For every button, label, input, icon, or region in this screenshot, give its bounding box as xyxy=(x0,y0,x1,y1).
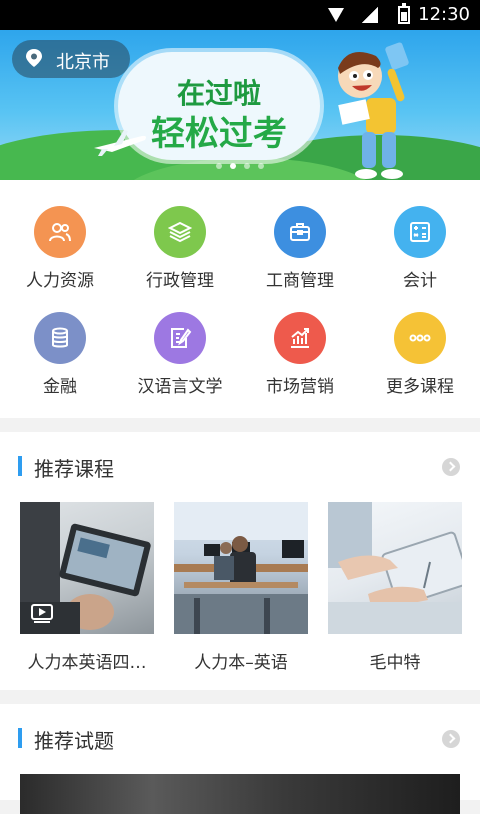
cartoon-boy-illustration xyxy=(338,42,409,179)
course-title: 毛中特 xyxy=(369,653,421,673)
course-title: 人力本英语四… xyxy=(27,653,147,673)
category-grid: 人力资源 行政管理 工商管理 会计 金融 汉语言文学 市场营销 更多课程 xyxy=(0,180,480,418)
layers-icon xyxy=(168,221,192,243)
carousel-dot-active xyxy=(230,163,236,169)
category-icon-bg xyxy=(34,312,86,364)
category-icon-bg xyxy=(394,312,446,364)
category-label: 更多课程 xyxy=(386,377,454,397)
tablet-photo xyxy=(20,502,151,634)
classroom-photo xyxy=(174,502,308,634)
section-header[interactable]: 推荐试题 xyxy=(0,704,480,770)
question-thumbnail[interactable] xyxy=(20,774,460,814)
calculator-icon xyxy=(410,222,430,242)
carousel-indicator xyxy=(216,163,264,171)
chevron-right-icon[interactable] xyxy=(442,458,460,476)
category-label: 汉语言文学 xyxy=(137,377,223,397)
section-title: 推荐课程 xyxy=(34,457,114,481)
signal-icon xyxy=(362,7,378,23)
carousel-dot xyxy=(258,163,264,169)
category-business-admin[interactable]: 工商管理 xyxy=(240,180,360,291)
category-accounting[interactable]: 会计 xyxy=(360,180,480,291)
carousel-dot xyxy=(216,163,222,169)
course-thumbnail xyxy=(20,502,154,634)
category-icon-bg xyxy=(394,206,446,258)
category-finance[interactable]: 金融 xyxy=(0,286,120,397)
location-label: 北京市 xyxy=(56,52,110,73)
category-administration[interactable]: 行政管理 xyxy=(120,180,240,291)
recommended-questions-section: 推荐试题 xyxy=(0,704,480,814)
section-accent-bar xyxy=(18,728,22,748)
category-human-resources[interactable]: 人力资源 xyxy=(0,180,120,291)
edit-icon xyxy=(171,328,192,348)
category-icon-bg xyxy=(154,206,206,258)
recommended-courses-section: 推荐课程 人力本英语四… 人力本–英语 毛中特 xyxy=(0,432,480,690)
tablet-hands-photo xyxy=(328,502,462,634)
category-label: 市场营销 xyxy=(266,377,334,397)
status-time: 12:30 xyxy=(418,4,470,25)
promo-banner[interactable]: 在过啦 轻松过考 北京市 xyxy=(0,30,480,180)
carousel-dot xyxy=(244,163,250,169)
section-accent-bar xyxy=(18,456,22,476)
briefcase-icon xyxy=(290,223,310,241)
category-icon-bg xyxy=(34,206,86,258)
wifi-icon xyxy=(328,8,344,22)
section-header[interactable]: 推荐课程 xyxy=(0,432,480,498)
battery-icon xyxy=(398,3,410,24)
location-pin-icon xyxy=(26,49,42,67)
category-chinese-literature[interactable]: 汉语言文学 xyxy=(120,286,240,397)
location-selector[interactable]: 北京市 xyxy=(12,40,130,78)
banner-cloud: 在过啦 轻松过考 xyxy=(118,52,320,160)
status-bar: 12:30 xyxy=(0,0,480,30)
course-thumbnail xyxy=(174,502,308,634)
category-marketing[interactable]: 市场营销 xyxy=(240,286,360,397)
chevron-right-icon[interactable] xyxy=(442,730,460,748)
category-icon-bg xyxy=(274,206,326,258)
section-title: 推荐试题 xyxy=(34,729,114,753)
banner-headline-line2: 轻松过考 xyxy=(151,114,287,154)
chart-icon xyxy=(291,328,309,348)
category-icon-bg xyxy=(274,312,326,364)
category-icon-bg xyxy=(154,312,206,364)
coins-icon xyxy=(52,327,68,348)
course-title: 人力本–英语 xyxy=(194,653,288,673)
airplane-icon xyxy=(94,130,146,156)
more-icon xyxy=(409,334,431,342)
course-thumbnail xyxy=(328,502,462,634)
category-more-courses[interactable]: 更多课程 xyxy=(360,286,480,397)
category-label: 金融 xyxy=(43,377,77,397)
people-icon xyxy=(49,223,71,242)
